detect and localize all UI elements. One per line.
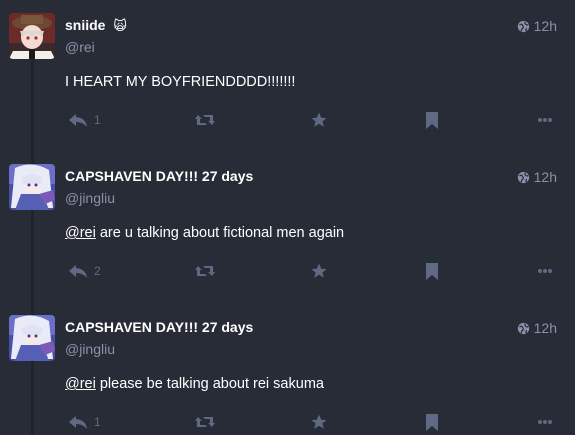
timestamp-text: 12h [533, 18, 557, 34]
mention-link[interactable]: @rei [65, 376, 96, 392]
account-handle[interactable]: @rei [65, 39, 95, 55]
mention-link[interactable]: @rei [65, 225, 96, 241]
avatar[interactable] [9, 315, 55, 361]
account-handle[interactable]: @jingliu [65, 190, 115, 206]
boost-button[interactable] [194, 410, 216, 434]
reply-all-icon [69, 416, 87, 429]
bookmark-button[interactable] [425, 108, 439, 132]
bookmark-icon [426, 262, 438, 280]
post-text: please be talking about rei sakuma [95, 376, 324, 392]
retweet-icon [195, 417, 215, 427]
bookmark-button[interactable] [425, 259, 439, 283]
retweet-icon [195, 115, 215, 125]
boost-button[interactable] [194, 108, 216, 132]
custom-emoji: 🙀 [113, 18, 127, 33]
account-handle[interactable]: @jingliu [65, 341, 115, 357]
globe-icon [517, 322, 529, 334]
bookmark-button[interactable] [425, 410, 439, 434]
avatar[interactable] [9, 13, 55, 59]
globe-icon [517, 20, 529, 32]
status-post[interactable]: CAPSHAVEN DAY!!! 27 days @jingliu 12h @r… [0, 151, 575, 291]
reply-button[interactable]: 2 [68, 259, 101, 283]
display-name[interactable]: CAPSHAVEN DAY!!! 27 days [65, 168, 253, 184]
star-icon [311, 414, 327, 429]
reply-button[interactable]: 1 [68, 410, 101, 434]
star-icon [311, 263, 327, 278]
star-icon [311, 112, 327, 127]
post-content: I HEART MY BOYFRIENDDDD!!!!!!! [65, 74, 296, 90]
action-bar: 1 [0, 108, 575, 132]
status-post[interactable]: sniide 🙀 @rei 12h I HEART MY BOYFRIENDDD… [0, 0, 575, 140]
reply-count: 2 [94, 264, 101, 278]
reply-all-icon [69, 265, 87, 278]
post-timestamp[interactable]: 12h [517, 18, 557, 34]
action-bar: 2 [0, 259, 575, 283]
more-options-button[interactable] [537, 108, 553, 132]
timestamp-text: 12h [533, 320, 557, 336]
display-name[interactable]: sniide 🙀 [65, 17, 127, 34]
reply-all-icon [69, 114, 87, 127]
post-content: @rei are u talking about fictional men a… [65, 225, 344, 241]
bookmark-icon [426, 413, 438, 431]
post-content: @rei please be talking about rei sakuma [65, 376, 324, 392]
timestamp-text: 12h [533, 169, 557, 185]
ellipsis-icon [538, 420, 552, 424]
ellipsis-icon [538, 118, 552, 122]
post-timestamp[interactable]: 12h [517, 320, 557, 336]
reply-count: 1 [94, 113, 101, 127]
post-timestamp[interactable]: 12h [517, 169, 557, 185]
boost-button[interactable] [194, 259, 216, 283]
ellipsis-icon [538, 269, 552, 273]
reply-count: 1 [94, 415, 101, 429]
bookmark-icon [426, 111, 438, 129]
post-text: are u talking about fictional men again [95, 225, 345, 241]
action-bar: 1 [0, 410, 575, 434]
reply-button[interactable]: 1 [68, 108, 101, 132]
status-post[interactable]: CAPSHAVEN DAY!!! 27 days @jingliu 12h @r… [0, 302, 575, 435]
globe-icon [517, 171, 529, 183]
more-options-button[interactable] [537, 259, 553, 283]
favourite-button[interactable] [310, 410, 328, 434]
display-name[interactable]: CAPSHAVEN DAY!!! 27 days [65, 319, 253, 335]
avatar[interactable] [9, 164, 55, 210]
favourite-button[interactable] [310, 259, 328, 283]
display-name-text: sniide [65, 17, 106, 33]
favourite-button[interactable] [310, 108, 328, 132]
more-options-button[interactable] [537, 410, 553, 434]
retweet-icon [195, 266, 215, 276]
